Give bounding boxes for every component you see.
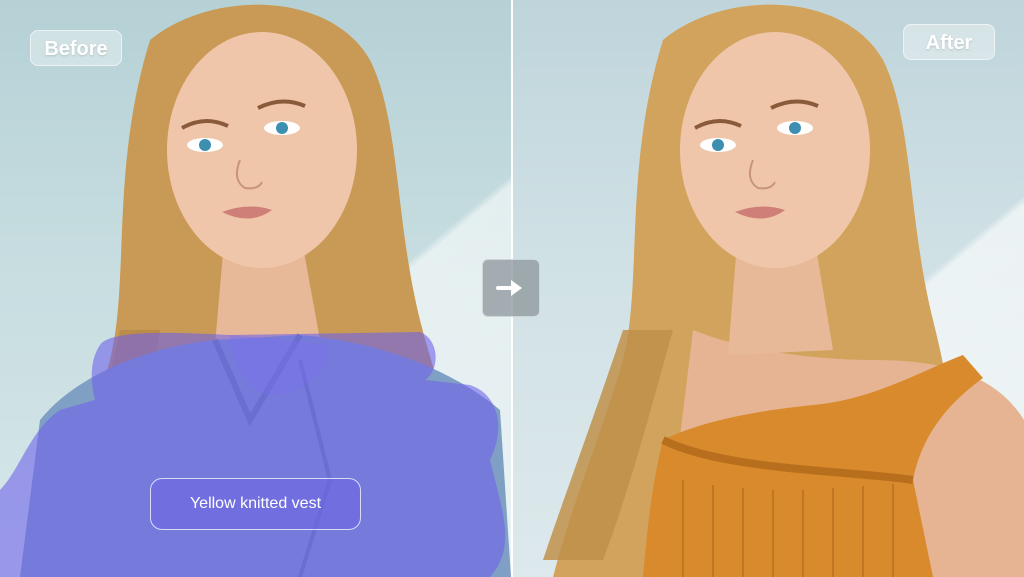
before-label: Before — [30, 30, 122, 66]
after-label: After — [903, 24, 995, 60]
prompt-chip: Yellow knitted vest — [150, 478, 361, 530]
after-panel: After — [513, 0, 1024, 577]
transform-arrow-button[interactable] — [482, 259, 540, 317]
before-panel: Before Yellow knitted vest — [0, 0, 511, 577]
after-photo — [543, 4, 1024, 577]
arrow-right-icon — [496, 280, 522, 296]
